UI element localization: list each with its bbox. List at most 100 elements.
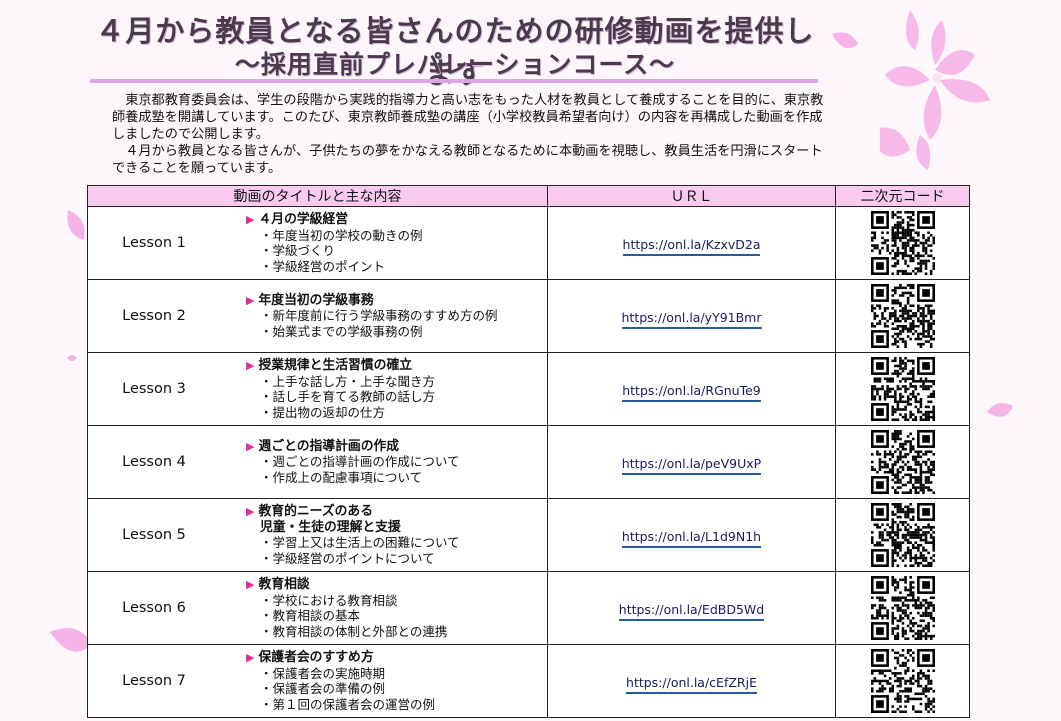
lesson-title-text: 年度当初の学級事務 — [258, 292, 374, 308]
arrow-right-icon: ▶ — [246, 293, 255, 307]
sakura-petal-icon — [67, 210, 85, 240]
lesson-title-line2: 児童・生徒の理解と支援 — [260, 519, 401, 535]
qr-code-icon[interactable] — [870, 211, 935, 275]
lesson-table: 動画のタイトルと主な内容 ＵＲＬ 二次元コード Lesson 1 ▶ ４月の学級経営… — [87, 185, 970, 718]
qr-cell — [835, 425, 970, 499]
lesson-topic: ・学級づくり — [260, 243, 336, 258]
qr-cell — [835, 352, 970, 426]
content-cell: Lesson 1 ▶ ４月の学級経営 ・年度当初の学校の動きの例 ・学級づくり ・学級経営… — [87, 206, 548, 280]
lesson-title: ▶ 教育的ニーズのある — [246, 504, 547, 520]
url-cell: https://onl.la/EdBD5Wd — [547, 571, 836, 645]
qr-cell — [835, 279, 970, 353]
lesson-topic: ・作成上の配慮事項について — [260, 469, 423, 485]
lesson-title: ▶ 年度当初の学級事務 — [246, 292, 547, 309]
lesson-topic: ・第１回の保護者会の運営の例 — [260, 696, 436, 712]
qr-cell — [835, 571, 970, 645]
lesson-label: Lesson 3 — [122, 381, 186, 397]
lesson-content: ▶ 授業規律と生活習慣の確立 ・上手な話し方・上手な聞き方 ・話し手を育てる教師の話し… — [246, 358, 547, 420]
lesson-label: Lesson 5 — [122, 527, 186, 543]
title-divider — [90, 79, 818, 83]
lesson-label: Lesson 4 — [122, 454, 186, 470]
lesson-url-link[interactable]: https://onl.la/peV9UxP — [621, 455, 762, 475]
sakura-petal-icon — [987, 403, 1013, 417]
lesson-topic: ・話し手を育てる教師の話し方 — [260, 389, 436, 404]
lesson-content: ▶ 保護者会のすすめ方 ・保護者会の実施時期 ・保護者会の準備の例 ・第１回の保護者会の… — [246, 650, 547, 712]
arrow-right-icon: ▶ — [246, 505, 255, 518]
lesson-url-link[interactable]: https://onl.la/RGnuTe9 — [622, 382, 761, 402]
qr-cell — [835, 206, 970, 280]
arrow-right-icon: ▶ — [246, 359, 255, 372]
content-cell: Lesson 7 ▶ 保護者会のすすめ方 ・保護者会の実施時期 ・保護者会の準備の例 ・第… — [87, 644, 548, 718]
lesson-topic: ・上手な話し方・上手な聞き方 — [260, 373, 436, 389]
content-cell: Lesson 6 ▶ 教育相談 ・学校における教育相談 ・教育相談の基本 ・教育相談の体制… — [87, 571, 548, 645]
qr-code-icon[interactable] — [870, 284, 935, 348]
lesson-title-text: ４月の学級経営 — [258, 212, 349, 227]
lesson-label: Lesson 1 — [122, 235, 186, 251]
qr-code-icon[interactable] — [870, 576, 935, 640]
header-url: ＵＲＬ — [547, 185, 836, 207]
lesson-topic: ・教育相談の体制と外部との連携 — [260, 623, 448, 639]
table-row: Lesson 3 ▶ 授業規律と生活習慣の確立 ・上手な話し方・上手な聞き方 ・話し手を… — [87, 352, 970, 426]
lesson-title: ▶ 保護者会のすすめ方 — [246, 650, 547, 666]
lesson-title-text: 授業規律と生活習慣の確立 — [258, 358, 413, 373]
lesson-topic: ・学校における教育相談 — [260, 592, 398, 608]
lesson-topic: ・新年度前に行う学級事務のすすめ方の例 — [260, 308, 498, 324]
table-header-row: 動画のタイトルと主な内容 ＵＲＬ 二次元コード — [87, 185, 970, 207]
lesson-topic: ・年度当初の学校の動きの例 — [260, 227, 423, 243]
url-cell: https://onl.la/RGnuTe9 — [547, 352, 836, 426]
content-cell: Lesson 5 ▶ 教育的ニーズのある 児童・生徒の理解と支援 ・学習上又は生活上の困… — [87, 498, 548, 572]
qr-code-icon[interactable] — [870, 649, 935, 713]
lesson-title-text: 週ごとの指導計画の作成 — [258, 438, 400, 454]
sakura-petal-icon — [832, 32, 858, 49]
lesson-url-link[interactable]: https://onl.la/KzxvD2a — [622, 236, 761, 256]
lesson-topic: ・保護者会の準備の例 — [260, 681, 386, 696]
lesson-title-text: 教育相談 — [258, 577, 310, 592]
url-cell: https://onl.la/peV9UxP — [547, 425, 836, 499]
lesson-topic: ・始業式までの学級事務の例 — [260, 323, 423, 339]
lesson-content: ▶ 教育的ニーズのある 児童・生徒の理解と支援 ・学習上又は生活上の困難について ・学級… — [246, 504, 547, 566]
lesson-url-link[interactable]: https://onl.la/EdBD5Wd — [618, 601, 765, 621]
lesson-title: ▶ 週ごとの指導計画の作成 — [246, 438, 547, 455]
intro-paragraph-1: 東京都教育委員会は、学生の段階から実践的指導力と高い志をもった人材を教員として養… — [112, 93, 824, 142]
lesson-topic: ・保護者会の実施時期 — [260, 665, 386, 681]
lesson-title: ▶ ４月の学級経営 — [246, 212, 547, 228]
lesson-content: ▶ 教育相談 ・学校における教育相談 ・教育相談の基本 ・教育相談の体制と外部との連携 — [246, 577, 547, 639]
intro-paragraph-2: ４月から教員となる皆さんが、子供たちの夢をかなえる教師となるために本動画を視聴し… — [112, 144, 823, 176]
lesson-content: ▶ 年度当初の学級事務 ・新年度前に行う学級事務のすすめ方の例 ・始業式までの学級事務… — [246, 292, 547, 340]
lesson-topic: ・学級経営のポイントについて — [260, 550, 435, 566]
lesson-url-link[interactable]: https://onl.la/cEfZRjE — [626, 674, 757, 694]
url-cell: https://onl.la/KzxvD2a — [547, 206, 836, 280]
arrow-right-icon: ▶ — [246, 213, 255, 226]
arrow-right-icon: ▶ — [246, 578, 255, 591]
header-content: 動画のタイトルと主な内容 — [87, 185, 548, 207]
table-row: Lesson 6 ▶ 教育相談 ・学校における教育相談 ・教育相談の基本 ・教育相談の体制… — [87, 571, 970, 645]
lesson-content: ▶ 週ごとの指導計画の作成 ・週ごとの指導計画の作成について ・作成上の配慮事項につい… — [246, 438, 547, 486]
lesson-title: ▶ 教育相談 — [246, 577, 547, 593]
lesson-label: Lesson 6 — [122, 600, 186, 616]
url-cell: https://onl.la/L1d9N1h — [547, 498, 836, 572]
lesson-topic: ・教育相談の基本 — [260, 608, 361, 623]
lesson-topic: ・提出物の返却の仕方 — [260, 404, 386, 420]
table-row: Lesson 4 ▶ 週ごとの指導計画の作成 ・週ごとの指導計画の作成について ・作成上… — [87, 425, 970, 499]
lesson-url-link[interactable]: https://onl.la/yY91Bmr — [621, 309, 762, 329]
qr-cell — [835, 644, 970, 718]
lesson-url-link[interactable]: https://onl.la/L1d9N1h — [621, 528, 762, 548]
lesson-content: ▶ ４月の学級経営 ・年度当初の学校の動きの例 ・学級づくり ・学級経営のポイント — [246, 212, 547, 274]
table-row: Lesson 5 ▶ 教育的ニーズのある 児童・生徒の理解と支援 ・学習上又は生活上の困… — [87, 498, 970, 572]
content-cell: Lesson 3 ▶ 授業規律と生活習慣の確立 ・上手な話し方・上手な聞き方 ・話し手を… — [87, 352, 548, 426]
qr-code-icon[interactable] — [870, 357, 935, 421]
arrow-right-icon: ▶ — [246, 651, 255, 664]
sakura-petal-icon — [67, 355, 77, 361]
intro-text: 東京都教育委員会は、学生の段階から実践的指導力と高い志をもった人材を教員として養… — [112, 92, 832, 177]
lesson-title: ▶ 授業規律と生活習慣の確立 — [246, 358, 547, 374]
url-cell: https://onl.la/yY91Bmr — [547, 279, 836, 353]
page-subtitle: ～採用直前プレパレーションコース～ — [234, 50, 676, 79]
qr-cell — [835, 498, 970, 572]
qr-code-icon[interactable] — [870, 503, 935, 567]
url-cell: https://onl.la/cEfZRjE — [547, 644, 836, 718]
lesson-topic: ・学習上又は生活上の困難について — [260, 535, 460, 550]
lesson-label: Lesson 2 — [122, 308, 186, 324]
table-row: Lesson 2 ▶ 年度当初の学級事務 ・新年度前に行う学級事務のすすめ方の例 ・始業… — [87, 279, 970, 353]
table-row: Lesson 7 ▶ 保護者会のすすめ方 ・保護者会の実施時期 ・保護者会の準備の例 ・第… — [87, 644, 970, 718]
qr-code-icon[interactable] — [870, 430, 935, 494]
